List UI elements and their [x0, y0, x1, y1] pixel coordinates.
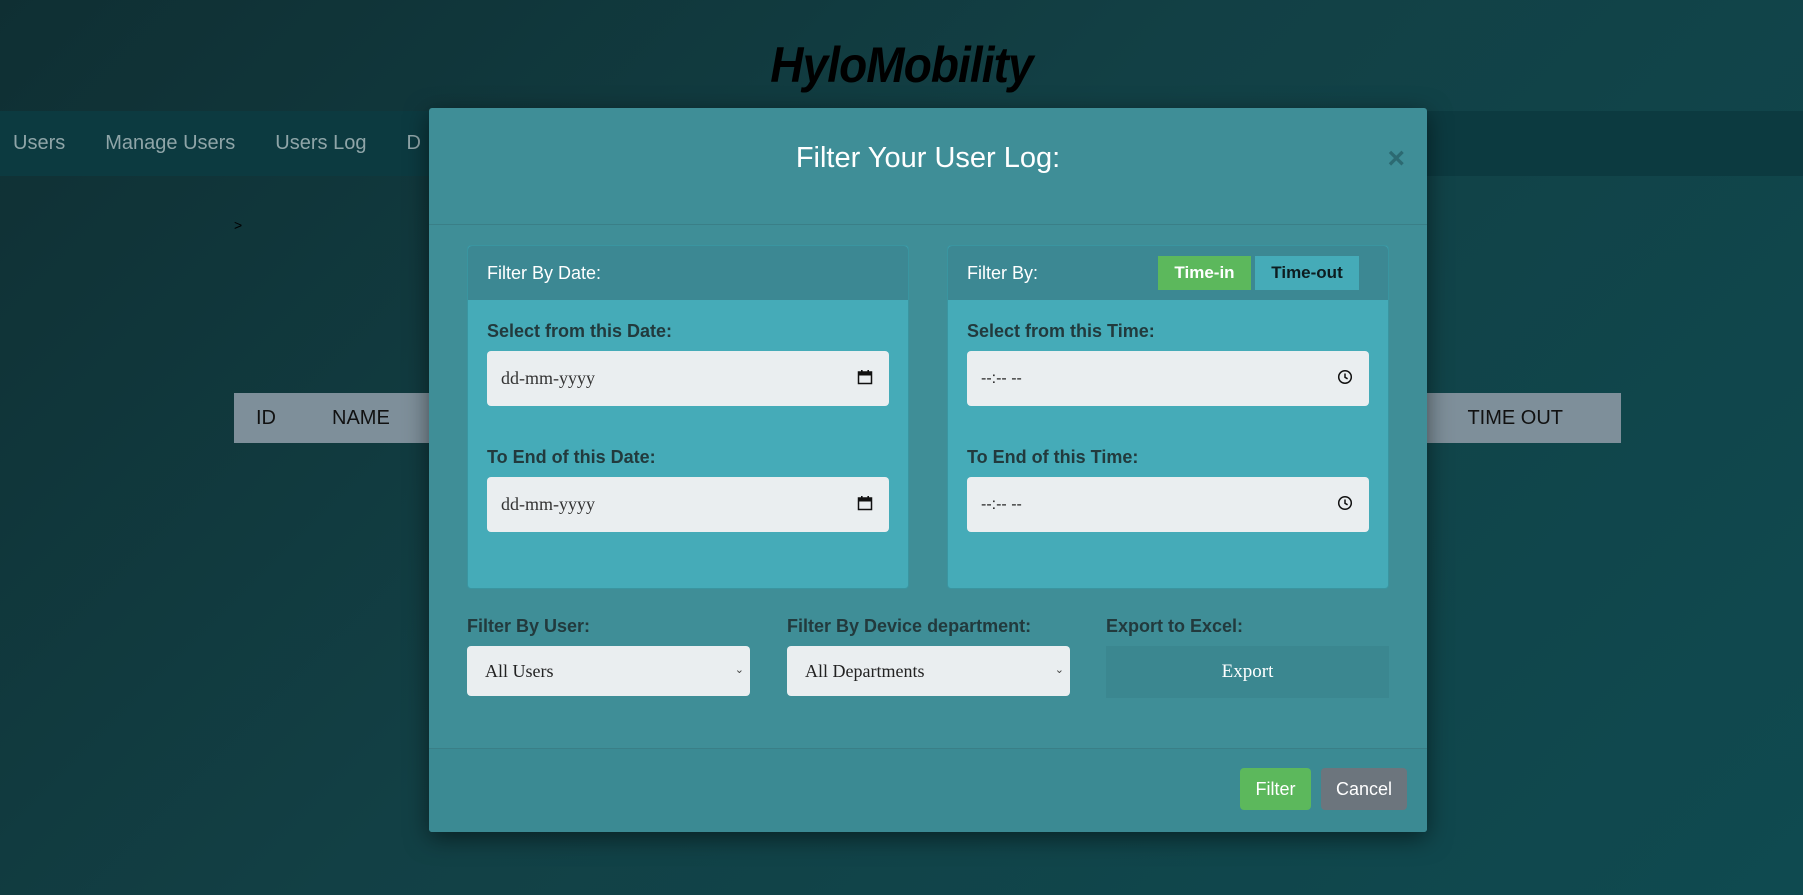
filter-modal: Filter Your User Log: × Filter By Date: … [429, 108, 1427, 832]
export-button[interactable]: Export [1106, 646, 1389, 698]
time-to-label: To End of this Time: [967, 447, 1139, 467]
time-out-toggle[interactable]: Time-out [1255, 256, 1359, 290]
time-in-toggle[interactable]: Time-in [1158, 256, 1251, 290]
date-to-placeholder: dd-mm-yyyy [501, 494, 595, 514]
modal-body: Filter By Date: Select from this Date: d… [429, 108, 1427, 832]
calendar-icon[interactable] [857, 369, 873, 385]
time-to-input[interactable]: --:-- -- [967, 477, 1369, 532]
brand-logo: HyloMobility [770, 37, 1033, 93]
column-header-id: ID [256, 406, 276, 429]
date-to-label: To End of this Date: [487, 447, 656, 467]
nav-item-manage-users[interactable]: Manage Users [105, 132, 235, 155]
calendar-icon[interactable] [857, 495, 873, 511]
chevron-down-icon: ⌄ [734, 663, 744, 676]
column-header-name: NAME [332, 406, 390, 429]
chevron-down-icon: ⌄ [1054, 663, 1064, 676]
date-filter-card: Filter By Date: Select from this Date: d… [467, 245, 909, 589]
cancel-button[interactable]: Cancel [1321, 768, 1407, 810]
date-from-label: Select from this Date: [487, 321, 673, 341]
time-from-label: Select from this Time: [967, 321, 1155, 341]
export-label: Export to Excel: [1106, 616, 1244, 636]
dept-filter-select[interactable]: All Departments ⌄ [787, 646, 1070, 696]
time-from-placeholder: --:-- -- [981, 369, 1022, 387]
nav-item-users-log[interactable]: Users Log [275, 132, 366, 155]
nav-item-users[interactable]: Users [13, 132, 65, 155]
column-header-time-out: TIME OUT [1467, 406, 1563, 429]
clock-icon[interactable] [1337, 369, 1353, 385]
time-from-input[interactable]: --:-- -- [967, 351, 1369, 406]
user-filter-value: All Users [485, 660, 554, 681]
date-from-input[interactable]: dd-mm-yyyy [487, 351, 889, 406]
filter-button[interactable]: Filter [1240, 768, 1311, 810]
date-from-placeholder: dd-mm-yyyy [501, 368, 595, 388]
date-to-input[interactable]: dd-mm-yyyy [487, 477, 889, 532]
user-filter-select[interactable]: All Users ⌄ [467, 646, 750, 696]
nav-item-partial[interactable]: D [406, 132, 420, 155]
time-card-header: Filter By: Time-in Time-out [948, 246, 1388, 300]
date-card-title: Filter By Date: [468, 246, 908, 300]
user-filter-label: Filter By User: [467, 616, 591, 636]
clock-icon[interactable] [1337, 495, 1353, 511]
time-to-placeholder: --:-- -- [981, 495, 1022, 513]
dept-filter-label: Filter By Device department: [787, 616, 1032, 636]
modal-footer: Filter Cancel [429, 748, 1427, 832]
dept-filter-value: All Departments [805, 660, 925, 681]
breadcrumb: > [234, 217, 243, 233]
time-filter-card: Filter By: Time-in Time-out Select from … [947, 245, 1389, 589]
time-card-title: Filter By: [967, 262, 1039, 283]
